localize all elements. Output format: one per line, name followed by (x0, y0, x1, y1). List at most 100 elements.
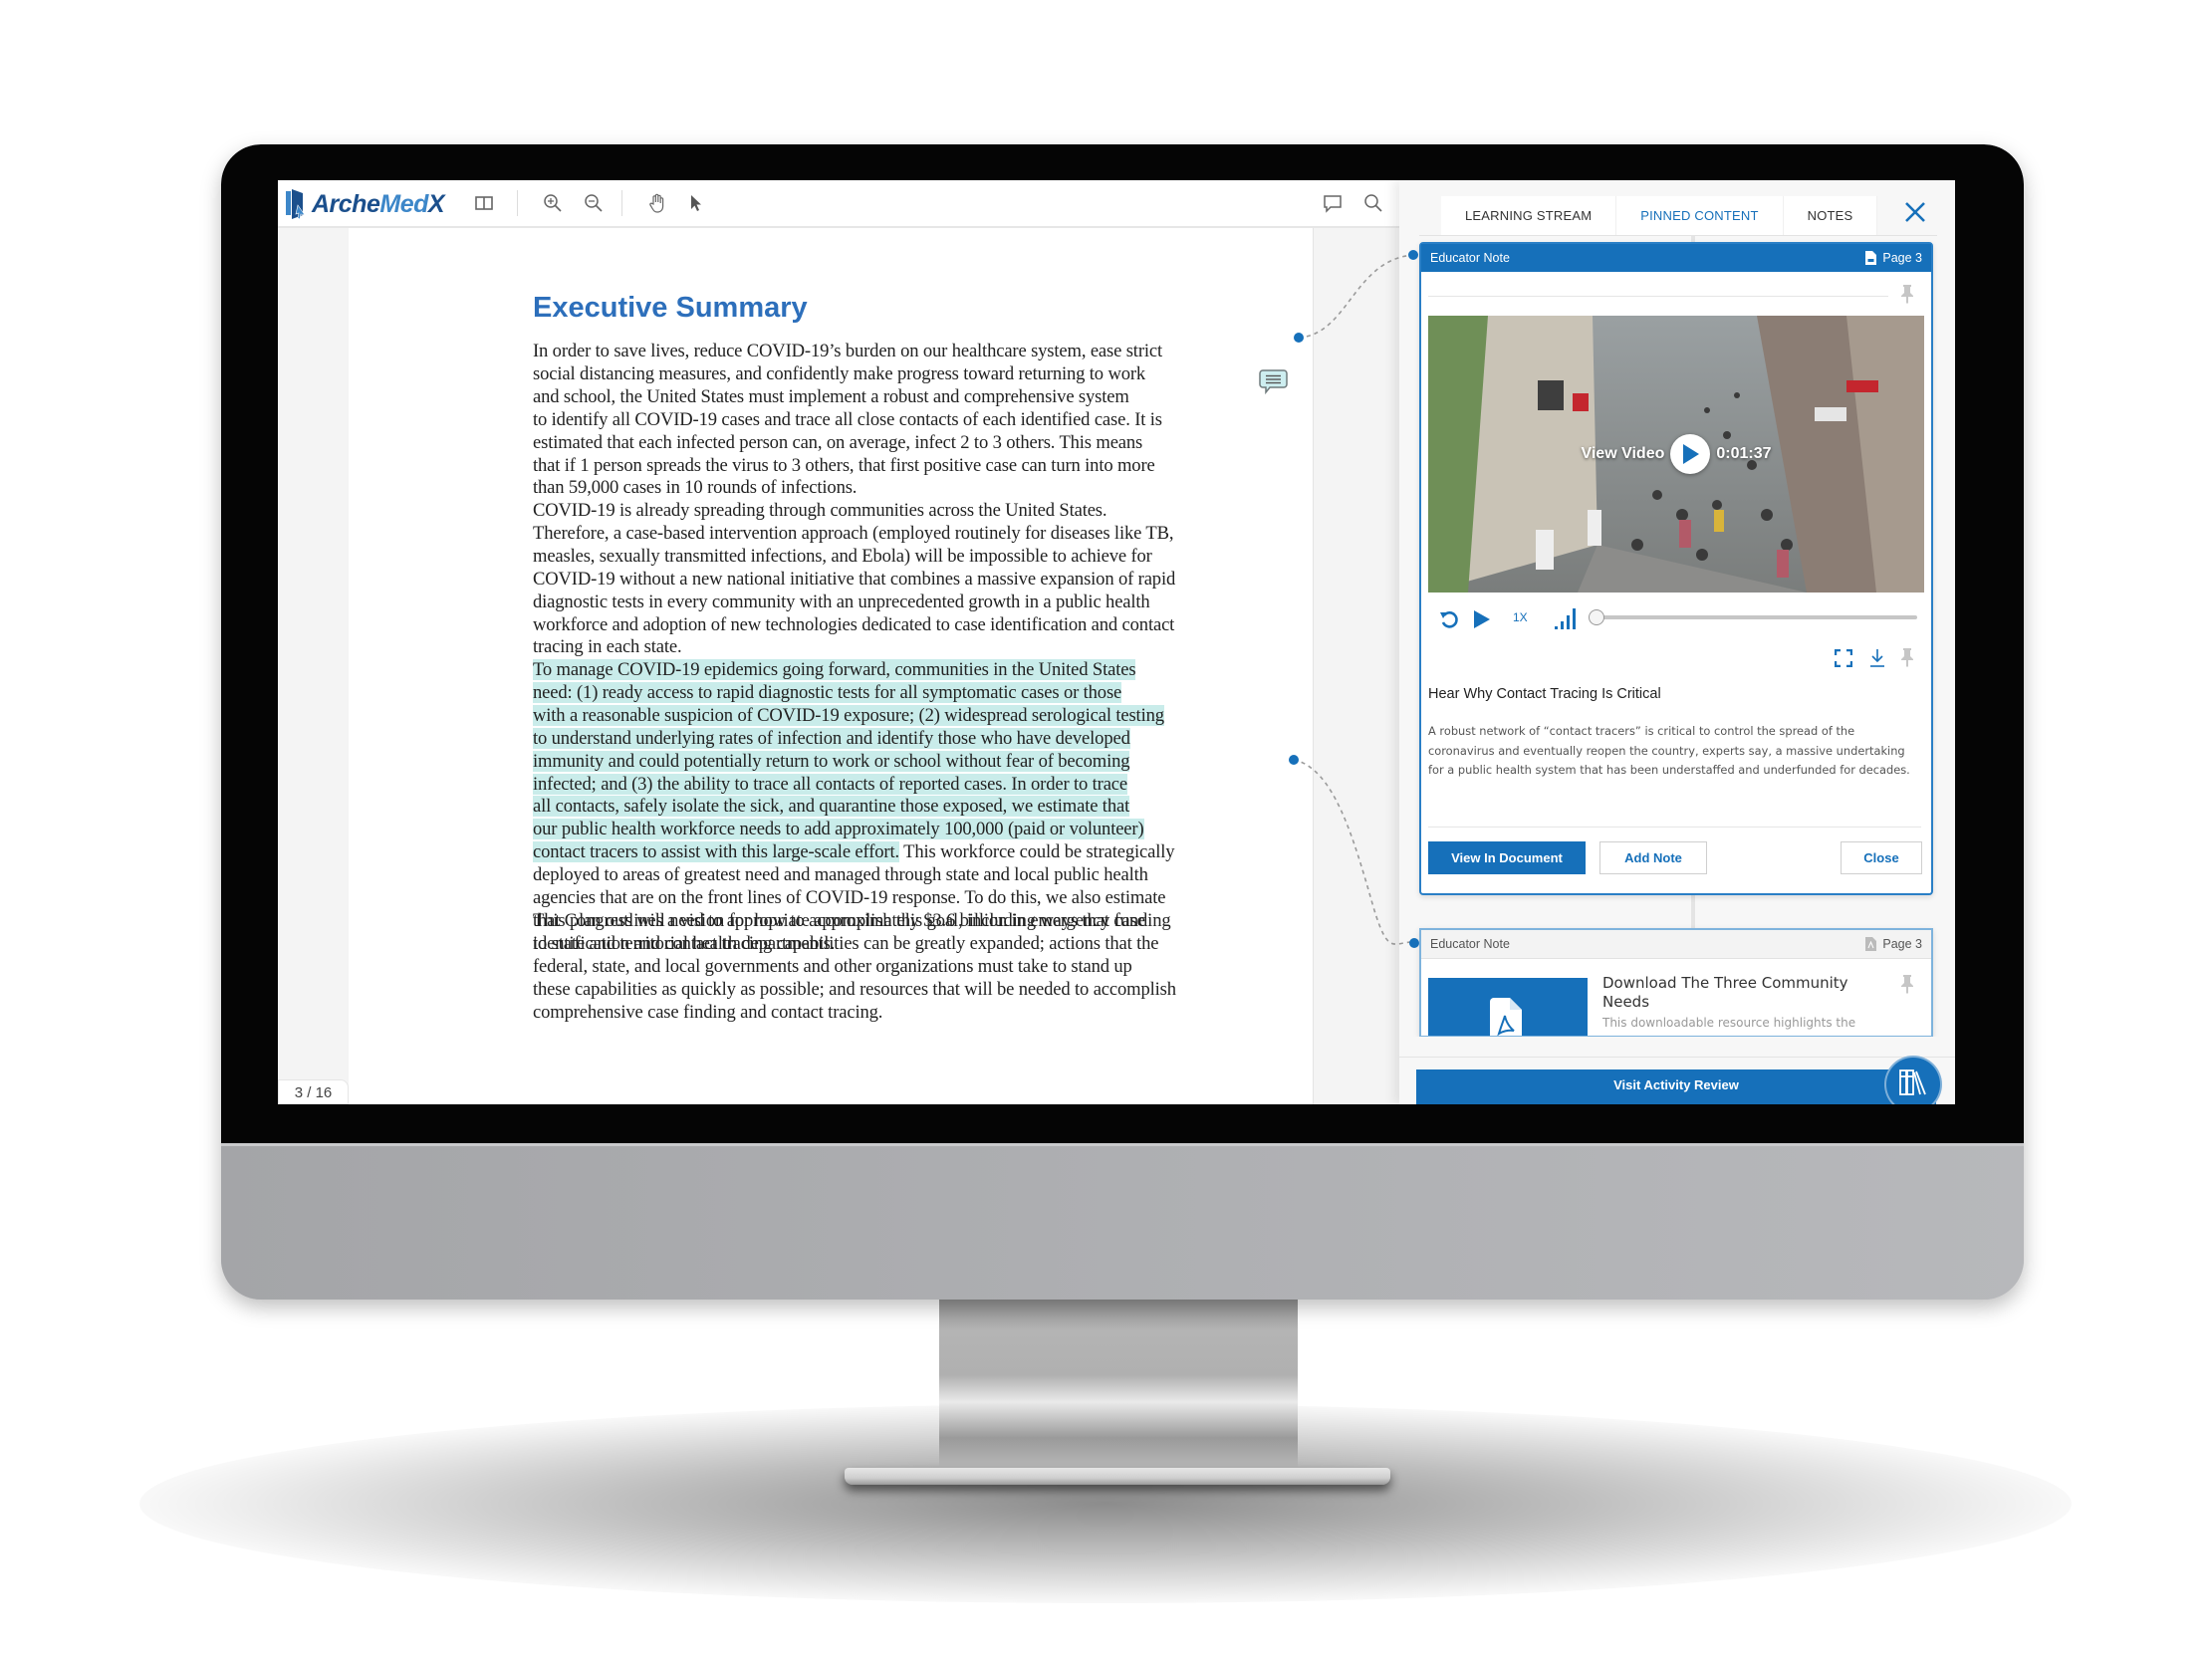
video-progress-bar[interactable] (1597, 615, 1917, 619)
search-icon[interactable] (1362, 192, 1384, 214)
highlighted-text[interactable]: To manage COVID-19 epidemics going forwa… (533, 659, 1136, 680)
text-line: federal, state, and local governments an… (533, 955, 1132, 977)
pdf-thumbnail[interactable] (1428, 978, 1588, 1036)
zoom-out-icon[interactable] (583, 192, 605, 214)
close-panel-icon[interactable] (1903, 200, 1927, 224)
close-card-button[interactable]: Close (1841, 841, 1922, 874)
monitor-chin (221, 1143, 2024, 1300)
document-toolbar: ArcheMedX (278, 180, 1403, 228)
tab-pinned-content[interactable]: PINNED CONTENT (1616, 196, 1784, 235)
card-type-label: Educator Note (1430, 937, 1510, 951)
text-line: workforce and adoption of new technologi… (533, 613, 1175, 635)
text-line: measles, sexually transmitted infections… (533, 545, 1152, 567)
text-line: with a reasonable suspicion of COVID-19 … (533, 704, 1174, 728)
monitor-stand-base (845, 1468, 1390, 1485)
highlighted-text[interactable]: need: (1) ready access to rapid diagnost… (533, 681, 1121, 703)
play-icon[interactable] (1473, 609, 1491, 629)
download-icon[interactable] (1869, 648, 1885, 668)
highlighted-text-end[interactable]: contact tracers to assist with this larg… (533, 841, 899, 863)
text-line: need: (1) ready access to rapid diagnost… (533, 681, 1174, 705)
pdf-icon (1865, 937, 1877, 951)
text-line: to identify all COVID-19 cases and trace… (533, 408, 1162, 430)
zoom-in-icon[interactable] (542, 192, 564, 214)
paragraph-4: This plan outlines a vision for how to a… (533, 910, 1176, 1025)
thumbnail-gutter (278, 228, 350, 1104)
document-scroll-gutter (1313, 228, 1400, 1104)
logo-door-icon (286, 189, 306, 219)
archemedx-logo[interactable]: ArcheMedX (286, 188, 445, 220)
text-line: infected; and (3) the ability to trace a… (533, 773, 1174, 797)
highlighted-text[interactable]: all contacts, safely isolate the sick, a… (533, 796, 1129, 818)
educator-note-card-video: Educator Note Page 3 View Video 0:01:37 … (1419, 242, 1933, 895)
text-line: comprehensive case finding and contact t… (533, 1001, 883, 1023)
text-line: diagnostic tests in every community with… (533, 591, 1150, 612)
page-counter: 3 / 16 (278, 1079, 349, 1104)
highlighted-text[interactable]: our public health workforce needs to add… (533, 819, 1144, 840)
fullscreen-icon[interactable] (1835, 649, 1852, 667)
screen: ArcheMedX Executive Summary In order to … (278, 180, 1955, 1104)
educator-note-card-download[interactable]: Educator Note Page 3 Download The Three … (1419, 928, 1933, 1038)
highlighted-text[interactable]: to understand underlying rates of infect… (533, 727, 1130, 749)
hand-tool-icon[interactable] (646, 192, 668, 214)
replay-icon[interactable] (1439, 609, 1459, 629)
document-page[interactable]: Executive Summary In order to save lives… (349, 228, 1313, 1104)
pin-icon[interactable] (1899, 974, 1915, 994)
text-line: Therefore, a case-based intervention app… (533, 522, 1174, 544)
video-controls: 1X (1439, 606, 1917, 632)
visit-activity-review-button[interactable]: Visit Activity Review (1416, 1069, 1936, 1104)
sidebar-toggle-icon[interactable] (473, 192, 495, 214)
view-in-document-button[interactable]: View In Document (1428, 841, 1586, 874)
card-page-label: Page 3 (1882, 251, 1922, 265)
view-video-label: View Video (1581, 445, 1665, 462)
playback-speed[interactable]: 1X (1513, 610, 1528, 624)
card-page-link[interactable]: Page 3 (1865, 244, 1922, 272)
text-line: deployed to areas of greatest need and m… (533, 864, 1148, 886)
card-page-label: Page 3 (1882, 937, 1922, 951)
card-type-label: Educator Note (1430, 251, 1510, 265)
highlighted-text[interactable]: with a reasonable suspicion of COVID-19 … (533, 704, 1164, 726)
text-line: and school, the United States must imple… (533, 385, 1129, 407)
toolbar-separator (517, 190, 518, 216)
video-overlay: View Video 0:01:37 (1428, 316, 1924, 593)
highlighted-text[interactable]: infected; and (3) the ability to trace a… (533, 773, 1127, 795)
card-title: Hear Why Contact Tracing Is Critical (1428, 686, 1661, 702)
paragraph-2: COVID-19 is already spreading through co… (533, 500, 1175, 659)
library-books-icon (1899, 1069, 1926, 1095)
logo-part-med: Med (379, 189, 428, 218)
video-duration: 0:01:37 (1716, 445, 1772, 462)
text-line: than 59,000 cases in 10 rounds of infect… (533, 477, 858, 499)
text-line: To manage COVID-19 epidemics going forwa… (533, 659, 1174, 682)
highlighted-text[interactable]: immunity and could potentially return to… (533, 750, 1130, 772)
annotation-comment-icon[interactable] (1259, 368, 1288, 395)
text-line: estimated that each infected person can,… (533, 431, 1143, 453)
video-progress-handle[interactable] (1589, 609, 1604, 625)
pin-icon[interactable] (1899, 647, 1915, 667)
card-header: Educator Note Page 3 (1421, 930, 1931, 959)
add-note-button[interactable]: Add Note (1599, 841, 1707, 874)
tab-notes[interactable]: NOTES (1784, 196, 1878, 235)
pointer-tool-icon[interactable] (684, 192, 706, 214)
pin-icon[interactable] (1899, 284, 1915, 304)
card-divider (1428, 827, 1921, 828)
text-line: to understand underlying rates of infect… (533, 727, 1174, 751)
volume-level-icon[interactable] (1553, 606, 1579, 630)
video-player[interactable]: View Video 0:01:37 (1428, 316, 1924, 593)
comment-icon[interactable] (1322, 192, 1344, 214)
document-title: Executive Summary (533, 292, 808, 324)
video-play-button[interactable] (1670, 434, 1711, 474)
text-line: COVID-19 without a new national initiati… (533, 568, 1176, 590)
learning-panel: LEARNING STREAM PINNED CONTENT NOTES Edu… (1399, 180, 1955, 1104)
text-line: all contacts, safely isolate the sick, a… (533, 796, 1174, 819)
logo-part-x: X (427, 189, 445, 218)
card-page-link[interactable]: Page 3 (1865, 930, 1922, 958)
library-button[interactable] (1884, 1056, 1942, 1104)
tabs-divider (1419, 235, 1937, 236)
text-line: these capabilities as quickly as possibl… (533, 978, 1176, 1000)
text-line: that if 1 person spreads the virus to 3 … (533, 454, 1155, 476)
card-description: A robust network of “contact tracers” is… (1428, 724, 1910, 778)
tab-learning-stream[interactable]: LEARNING STREAM (1441, 196, 1617, 235)
logo-part-arche: Arche (312, 189, 380, 218)
text-line: agencies that are on the front lines of … (533, 887, 1166, 909)
text-line: immunity and could potentially return to… (533, 750, 1174, 774)
paragraph-1: In order to save lives, reduce COVID-19’… (533, 341, 1162, 500)
